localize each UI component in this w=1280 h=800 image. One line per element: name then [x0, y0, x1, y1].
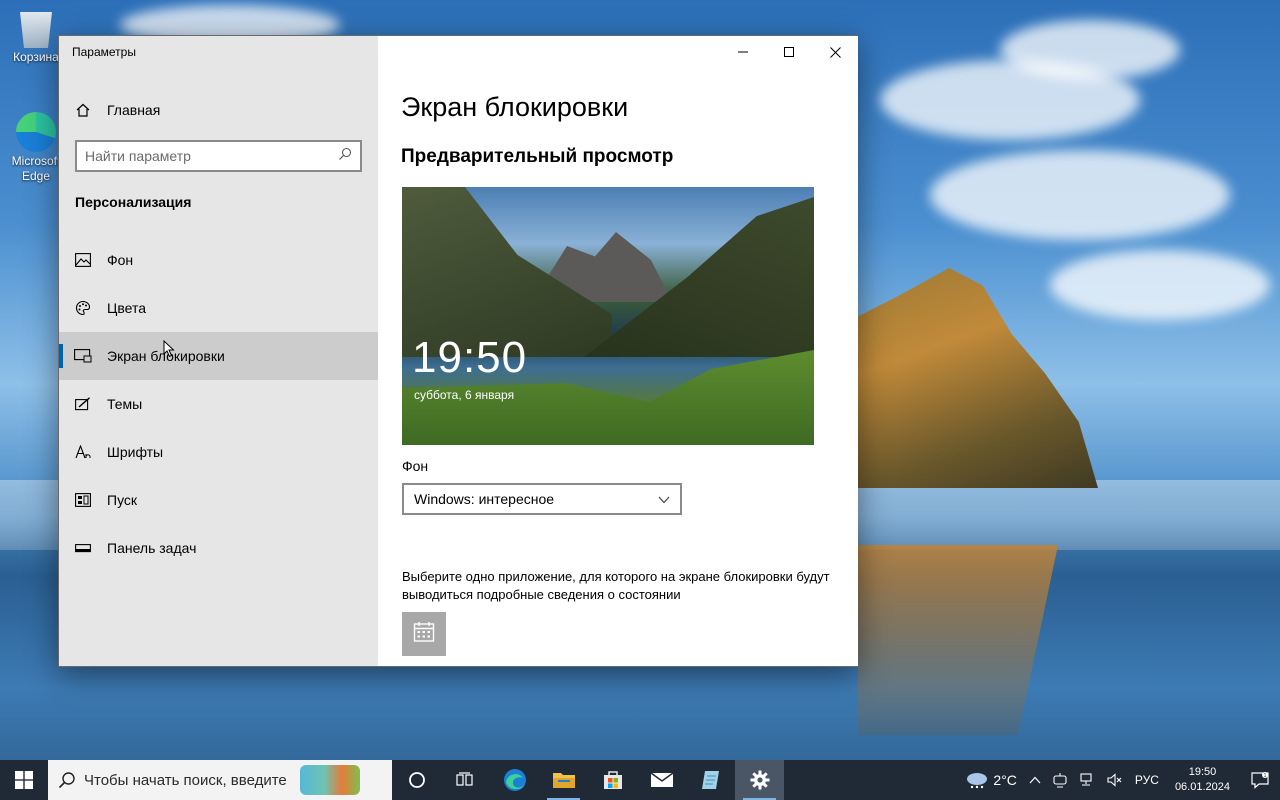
sidebar-item-colors[interactable]: Цвета — [59, 284, 378, 332]
taskbar-mail[interactable] — [637, 760, 686, 800]
taskbar-task-view[interactable] — [441, 760, 490, 800]
cloud-snow-icon — [967, 773, 988, 789]
taskbar-search[interactable] — [48, 760, 392, 800]
notification-icon: 1 — [1251, 772, 1269, 789]
themes-icon — [59, 397, 107, 411]
sidebar-item-themes[interactable]: Темы — [59, 380, 378, 428]
tray-device-icon-button[interactable] — [1047, 772, 1073, 788]
sidebar-item-background[interactable]: Фон — [59, 236, 378, 284]
picture-icon — [59, 253, 107, 267]
clock-date: 06.01.2024 — [1174, 781, 1230, 793]
start-button[interactable] — [0, 760, 48, 800]
desktop-icon-recycle-bin[interactable]: Корзина — [6, 8, 66, 65]
svg-text:1: 1 — [1264, 773, 1267, 779]
recycle-bin-icon — [20, 12, 52, 48]
sidebar-item-label: Темы — [107, 396, 143, 412]
desktop-icon-edge[interactable]: Microsoft Edge — [6, 112, 66, 184]
settings-search-input[interactable] — [85, 148, 338, 164]
taskbar: 2°C РУС 19:50 06.01.2024 1 — [0, 760, 1280, 800]
chevron-up-icon — [1029, 776, 1041, 784]
gear-icon — [750, 770, 769, 790]
background-dropdown-value: Windows: интересное — [414, 491, 555, 507]
taskbar-search-input[interactable] — [84, 771, 294, 789]
status-app-button[interactable] — [402, 612, 446, 656]
window-controls — [720, 36, 858, 68]
network-button[interactable] — [1073, 772, 1101, 788]
device-icon — [1053, 773, 1067, 788]
nav-list: Фон Цвета Экран блокировки Темы Шрифты П… — [59, 236, 378, 572]
close-button[interactable] — [812, 36, 858, 68]
taskbar-notepad[interactable] — [686, 760, 735, 800]
background-dropdown[interactable]: Windows: интересное — [402, 483, 682, 515]
start-icon — [59, 493, 107, 507]
background-label: Фон — [402, 458, 429, 474]
edge-icon — [16, 112, 56, 152]
taskbar-store[interactable] — [588, 760, 637, 800]
task-view-icon — [455, 772, 473, 786]
folder-icon — [552, 773, 575, 788]
network-icon — [1080, 773, 1092, 786]
taskbar-edge[interactable] — [490, 760, 539, 800]
sidebar-item-lock-screen[interactable]: Экран блокировки — [59, 332, 378, 380]
weather-widget[interactable]: 2°C — [959, 771, 1023, 789]
sidebar: Параметры Главная Персонализация Фон — [59, 36, 378, 666]
nav-home[interactable]: Главная — [59, 92, 378, 128]
taskbar-explorer[interactable] — [539, 760, 588, 800]
mail-icon — [650, 772, 673, 787]
store-icon — [603, 771, 622, 789]
preview-time: 19:50 — [412, 333, 528, 382]
volume-muted-icon — [1107, 773, 1122, 787]
system-tray: 2°C РУС 19:50 06.01.2024 1 — [959, 760, 1280, 800]
fonts-icon — [59, 445, 107, 459]
sidebar-item-label: Шрифты — [107, 444, 164, 460]
taskbar-cortana[interactable] — [392, 760, 441, 800]
notepad-icon — [701, 771, 719, 789]
mouse-cursor-icon — [163, 340, 175, 358]
desktop-icon-label: Microsoft Edge — [11, 154, 61, 183]
taskbar-clock[interactable]: 19:50 06.01.2024 — [1165, 765, 1240, 795]
section-title: Персонализация — [75, 194, 192, 210]
main-content: Экран блокировки Предварительный просмот… — [378, 36, 858, 666]
chevron-down-icon — [658, 491, 670, 507]
window-title: Параметры — [72, 45, 136, 59]
volume-button[interactable] — [1101, 772, 1129, 788]
palette-icon — [59, 300, 107, 316]
sidebar-item-start[interactable]: Пуск — [59, 476, 378, 524]
sidebar-item-label: Панель задач — [107, 540, 197, 556]
minimize-button[interactable] — [720, 36, 766, 68]
show-hidden-icons-button[interactable] — [1023, 776, 1047, 784]
lock-screen-preview: 19:50 суббота, 6 января — [402, 187, 814, 445]
sidebar-item-fonts[interactable]: Шрифты — [59, 428, 378, 476]
sidebar-item-label: Цвета — [107, 300, 146, 316]
nav-home-label: Главная — [107, 102, 161, 118]
taskbar-settings[interactable] — [735, 760, 784, 800]
clock-time: 19:50 — [1188, 766, 1217, 778]
desktop-icon-label: Корзина — [13, 50, 59, 64]
preview-heading: Предварительный просмотр — [401, 146, 674, 167]
sidebar-item-taskbar[interactable]: Панель задач — [59, 524, 378, 572]
sidebar-item-label: Фон — [107, 252, 134, 268]
page-title: Экран блокировки — [401, 92, 629, 122]
language-indicator[interactable]: РУС — [1129, 773, 1165, 787]
windows-logo-icon — [15, 771, 33, 789]
action-center-button[interactable]: 1 — [1240, 760, 1280, 800]
edge-icon — [503, 769, 526, 791]
search-icon[interactable] — [338, 147, 352, 166]
preview-date: суббота, 6 января — [414, 388, 515, 402]
weather-temperature: 2°C — [993, 772, 1017, 788]
lock-screen-icon — [59, 349, 107, 363]
settings-window: Параметры Главная Персонализация Фон — [58, 35, 858, 667]
home-icon — [59, 102, 107, 118]
sidebar-item-label: Пуск — [107, 492, 138, 508]
status-app-description: Выберите одно приложение, для которого н… — [402, 569, 830, 602]
search-highlight-image — [300, 765, 360, 795]
taskbar-icon — [59, 542, 107, 554]
circle-icon — [408, 772, 425, 788]
calendar-icon — [413, 621, 435, 648]
search-icon — [58, 772, 75, 789]
settings-search-box[interactable] — [75, 140, 362, 172]
maximize-button[interactable] — [766, 36, 812, 68]
